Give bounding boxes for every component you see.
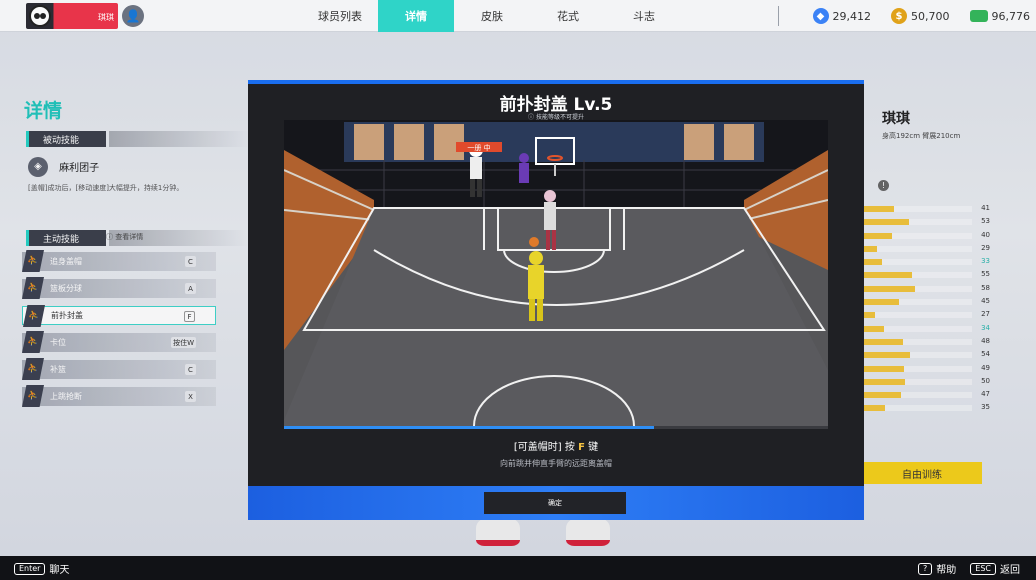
chat-label: 聊天 — [49, 565, 70, 576]
tab-skins[interactable]: 皮肤 — [454, 0, 530, 32]
skill-video: 一册 中 — [284, 120, 828, 426]
gem-icon: ◆ — [812, 8, 829, 24]
username: 琪琪 — [98, 13, 114, 22]
video-progress-fill — [284, 426, 654, 429]
currency-value: 50,700 — [911, 9, 950, 23]
currency-cash[interactable]: 96,776 — [969, 9, 1031, 23]
panda-avatar-icon — [29, 5, 51, 27]
gold-coin-icon: $ — [891, 8, 907, 24]
enter-keycap: Enter — [14, 562, 46, 575]
top-bar: 琪琪 👤 球员列表 详情 皮肤 花式 斗志 ◆ 29,412 $ 50,700 … — [0, 0, 1036, 32]
skill-hint-key: F — [578, 442, 585, 453]
help-button[interactable]: ? 帮助 — [918, 561, 956, 576]
skill-hint: [可盖帽时] 按 F 键 — [248, 438, 864, 453]
tab-fancy[interactable]: 花式 — [530, 0, 606, 32]
skill-description: 向前跳并伸直手臂的远距离盖帽 — [500, 459, 612, 468]
help-label: 帮助 — [936, 565, 957, 576]
currency-bar: ◆ 29,412 $ 50,700 96,776 — [812, 0, 1031, 32]
currency-value: 96,776 — [991, 9, 1031, 23]
bottom-actions: ? 帮助 ESC 返回 — [918, 561, 1020, 576]
back-label: 返回 — [1000, 565, 1020, 576]
tab-morale[interactable]: 斗志 — [606, 0, 682, 32]
currency-gold[interactable]: $ 50,700 — [891, 8, 950, 24]
cash-icon — [969, 10, 988, 22]
court-illustration: 一册 中 — [284, 120, 828, 426]
confirm-button[interactable]: 确定 — [484, 492, 626, 514]
friends-icon[interactable]: 👤 — [122, 5, 144, 27]
esc-keycap: ESC — [970, 562, 996, 575]
bottom-bar: Enter 聊天 ? 帮助 ESC 返回 — [0, 556, 1036, 580]
skill-preview-modal: 前扑封盖 Lv.5 ⓘ 技能等级不可提升 一册 中 [可盖帽时] 按 F 键 向… — [248, 80, 864, 520]
currency-value: 29,412 — [832, 9, 872, 23]
currency-gem[interactable]: ◆ 29,412 — [812, 8, 872, 24]
avatar[interactable]: 琪琪 — [26, 3, 118, 29]
video-name-tag: 一册 中 — [467, 143, 490, 152]
video-progress-bar — [284, 426, 828, 429]
modal-footer: 确定 — [248, 486, 864, 520]
divider — [778, 6, 779, 26]
help-keycap: ? — [918, 562, 933, 575]
back-button[interactable]: ESC 返回 — [970, 561, 1020, 576]
chat-hint[interactable]: Enter 聊天 — [14, 561, 69, 576]
tab-bar: 球员列表 详情 皮肤 花式 斗志 — [302, 0, 682, 32]
tab-details[interactable]: 详情 — [378, 0, 454, 32]
skill-hint-suffix: 键 — [584, 442, 599, 453]
tab-player-list[interactable]: 球员列表 — [302, 0, 378, 32]
skill-hint-prefix: [可盖帽时] 按 — [513, 442, 579, 453]
